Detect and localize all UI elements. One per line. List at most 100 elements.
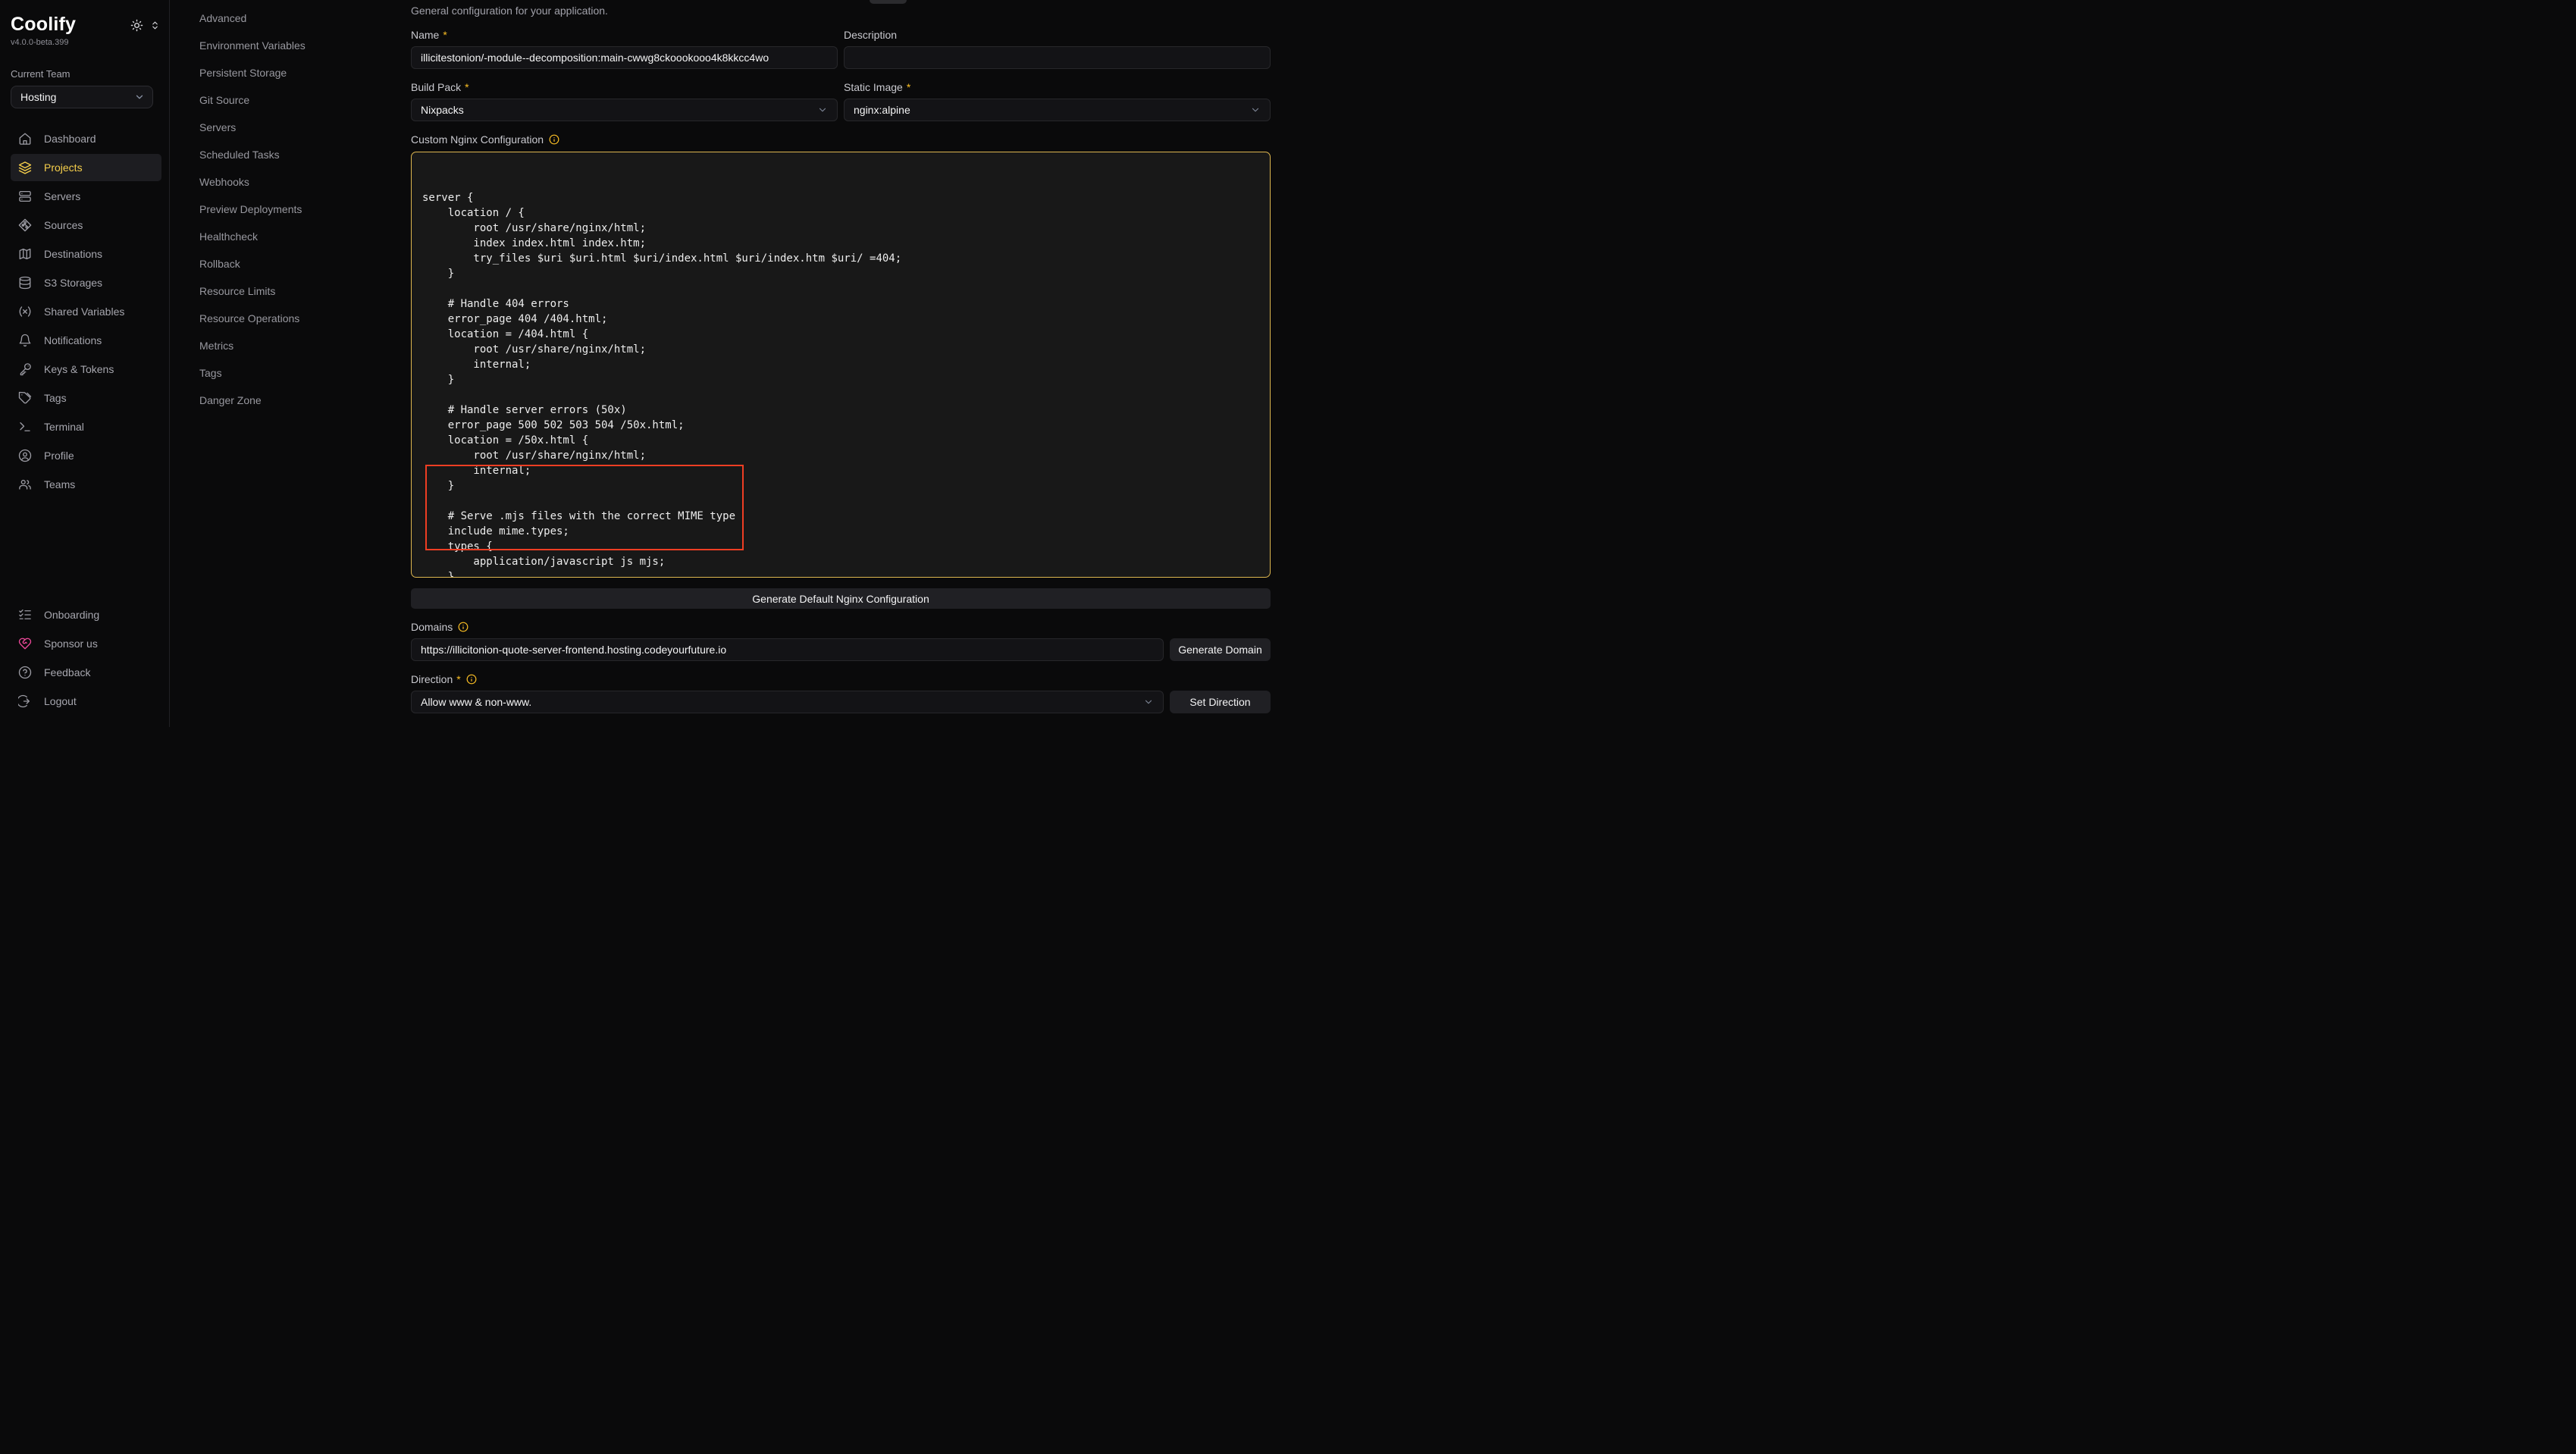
clipped-tab-fragment [870,0,907,4]
sidebar-item-dashboard[interactable]: Dashboard [11,125,161,152]
sidebar-item-onboarding[interactable]: Onboarding [11,601,161,628]
code-line: error_page 500 502 503 504 /50x.html; [422,418,1259,433]
code-line: application/javascript js mjs; [422,554,1259,569]
sidebar-item-projects[interactable]: Projects [11,154,161,181]
description-input[interactable] [844,46,1271,69]
code-line: types { [422,539,1259,554]
map-icon [18,247,32,261]
sidebar-item-label: Feedback [44,666,90,678]
main-content: General configuration for your applicati… [394,0,1288,727]
code-line: location = /50x.html { [422,433,1259,448]
sidebar-item-label: Servers [44,190,80,202]
sidebar-item-sources[interactable]: Sources [11,212,161,239]
theme-sun-icon[interactable] [130,19,143,32]
logout-icon [18,694,32,708]
chevron-up-down-icon[interactable] [150,20,160,30]
sidebar-item-s3-storages[interactable]: S3 Storages [11,269,161,296]
settings-nav-item-tags[interactable]: Tags [199,359,379,387]
static-image-label: Static Image* [844,81,1271,93]
static-image-value: nginx:alpine [854,104,910,116]
settings-nav-item-resource-operations[interactable]: Resource Operations [199,305,379,332]
sidebar-item-tags[interactable]: Tags [11,384,161,412]
settings-nav-item-servers[interactable]: Servers [199,114,379,141]
user-circle-icon [18,449,32,462]
server-icon [18,190,32,203]
sidebar-item-label: Sources [44,219,83,231]
generate-domain-button[interactable]: Generate Domain [1170,638,1271,661]
settings-nav-item-healthcheck[interactable]: Healthcheck [199,223,379,250]
settings-nav-item-resource-limits[interactable]: Resource Limits [199,277,379,305]
code-line: root /usr/share/nginx/html; [422,221,1259,236]
code-line: try_files $uri $uri.html $uri/index.html… [422,251,1259,266]
settings-nav-item-scheduled-tasks[interactable]: Scheduled Tasks [199,141,379,168]
settings-nav-item-webhooks[interactable]: Webhooks [199,168,379,196]
settings-nav-item-rollback[interactable]: Rollback [199,250,379,277]
info-icon[interactable] [466,674,477,685]
settings-nav-item-git-source[interactable]: Git Source [199,86,379,114]
code-line: # Handle server errors (50x) [422,403,1259,418]
info-icon[interactable] [458,622,469,632]
nginx-config-textarea[interactable]: server { location / { root /usr/share/ng… [411,152,1271,578]
settings-nav-item-advanced[interactable]: Advanced [199,5,379,32]
code-line [422,281,1259,296]
code-line [422,387,1259,403]
chevron-down-icon [1250,105,1261,115]
current-team-label: Current Team [11,68,161,80]
settings-nav-item-persistent-storage[interactable]: Persistent Storage [199,59,379,86]
generate-nginx-config-button[interactable]: Generate Default Nginx Configuration [411,588,1271,609]
direction-select[interactable]: Allow www & non-www. [411,691,1164,713]
bell-icon [18,334,32,347]
terminal-icon [18,420,32,434]
build-pack-select[interactable]: Nixpacks [411,99,838,121]
code-line: internal; [422,357,1259,372]
sidebar-item-terminal[interactable]: Terminal [11,413,161,440]
settings-nav-item-preview-deployments[interactable]: Preview Deployments [199,196,379,223]
sidebar-item-notifications[interactable]: Notifications [11,327,161,354]
code-line: location / { [422,205,1259,221]
sidebar-item-label: Sponsor us [44,638,98,650]
help-circle-icon [18,666,32,679]
team-select-value: Hosting [20,91,56,103]
code-line: } [422,569,1259,578]
sidebar-item-servers[interactable]: Servers [11,183,161,210]
set-direction-button[interactable]: Set Direction [1170,691,1271,713]
settings-nav-item-danger-zone[interactable]: Danger Zone [199,387,379,414]
variable-icon [18,305,32,318]
settings-nav-item-metrics[interactable]: Metrics [199,332,379,359]
nginx-config-label: Custom Nginx Configuration [411,133,1271,146]
sidebar-item-label: Dashboard [44,133,96,145]
code-line [422,494,1259,509]
code-line: internal; [422,463,1259,478]
sidebar-item-logout[interactable]: Logout [11,688,161,715]
required-asterisk: * [465,81,469,93]
sidebar-item-label: Logout [44,695,77,707]
domains-input[interactable] [411,638,1164,661]
sidebar-item-label: Shared Variables [44,306,124,318]
sidebar-nav: Dashboard Projects Servers Sources Destinati… [11,125,161,500]
info-icon[interactable] [549,134,559,145]
sidebar-item-label: Terminal [44,421,84,433]
sidebar-item-keys-tokens[interactable]: Keys & Tokens [11,356,161,383]
static-image-select[interactable]: nginx:alpine [844,99,1271,121]
direction-label: Direction* [411,673,1271,685]
sidebar-item-label: Teams [44,478,75,490]
settings-nav: AdvancedEnvironment VariablesPersistent … [170,0,394,727]
team-select[interactable]: Hosting [11,86,153,108]
sidebar-item-label: Profile [44,450,74,462]
description-label: Description [844,29,1271,41]
sidebar-spacer [11,500,161,584]
settings-nav-item-environment-variables[interactable]: Environment Variables [199,32,379,59]
sidebar-item-sponsor-us[interactable]: Sponsor us [11,630,161,657]
key-icon [18,362,32,376]
sidebar-item-profile[interactable]: Profile [11,442,161,469]
sidebar-item-shared-variables[interactable]: Shared Variables [11,298,161,325]
tag-icon [18,391,32,405]
sidebar-item-teams[interactable]: Teams [11,471,161,498]
sidebar-item-label: Destinations [44,248,102,260]
sidebar-item-label: Keys & Tokens [44,363,114,375]
sidebar-item-feedback[interactable]: Feedback [11,659,161,686]
sidebar: Coolify v4.0.0-beta.399 Current Team Hos… [0,0,170,727]
sidebar-item-destinations[interactable]: Destinations [11,240,161,268]
required-asterisk: * [907,81,910,93]
name-input[interactable] [411,46,838,69]
